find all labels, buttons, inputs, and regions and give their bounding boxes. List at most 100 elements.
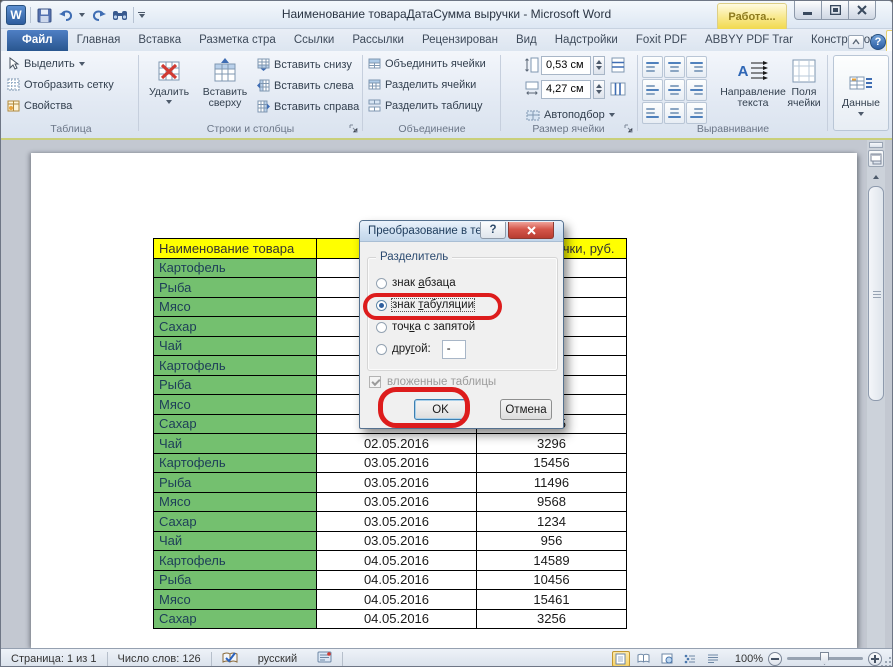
insert-left-button[interactable]: Вставить слева bbox=[254, 75, 362, 96]
tab-abbyy-pdf-trar[interactable]: ABBYY PDF Trar bbox=[696, 30, 802, 51]
table-cell[interactable]: Сахар bbox=[154, 512, 317, 532]
spellcheck-icon[interactable] bbox=[212, 651, 248, 667]
align-top-right-icon[interactable] bbox=[686, 56, 707, 78]
column-width-spinner[interactable] bbox=[593, 80, 605, 99]
column-width-input[interactable] bbox=[541, 80, 591, 99]
table-cell[interactable]: 03.05.2016 bbox=[317, 453, 477, 473]
table-cell[interactable]: 956 bbox=[477, 531, 627, 551]
help-icon[interactable]: ? bbox=[870, 34, 886, 50]
table-cell[interactable]: Мясо bbox=[154, 395, 317, 415]
tab-макет[interactable]: Макет bbox=[886, 30, 893, 51]
table-cell[interactable]: 3256 bbox=[477, 609, 627, 629]
table-cell[interactable]: 3296 bbox=[477, 434, 627, 454]
text-direction-button[interactable]: A Направление текста bbox=[725, 55, 781, 109]
row-height-input[interactable] bbox=[541, 56, 591, 75]
distribute-columns-icon[interactable] bbox=[610, 81, 626, 97]
table-cell[interactable]: 03.05.2016 bbox=[317, 473, 477, 493]
table-cell[interactable]: Рыба bbox=[154, 375, 317, 395]
tab-надстройки[interactable]: Надстройки bbox=[546, 30, 627, 51]
zoom-slider-thumb[interactable] bbox=[820, 652, 829, 665]
collapse-ribbon-icon[interactable] bbox=[848, 35, 864, 49]
customize-qat-icon[interactable] bbox=[138, 12, 145, 18]
table-cell[interactable]: Сахар bbox=[154, 609, 317, 629]
draft-view-icon[interactable] bbox=[704, 651, 722, 667]
align-bottom-left-icon[interactable] bbox=[642, 102, 663, 124]
table-cell[interactable]: Картофель bbox=[154, 258, 317, 278]
table-cell[interactable]: 10456 bbox=[477, 570, 627, 590]
table-cell[interactable]: Картофель bbox=[154, 551, 317, 571]
table-cell[interactable]: 04.05.2016 bbox=[317, 551, 477, 571]
table-cell[interactable]: 15456 bbox=[477, 453, 627, 473]
table-cell[interactable]: Картофель bbox=[154, 453, 317, 473]
radio-icon[interactable] bbox=[376, 322, 387, 333]
insert-below-button[interactable]: Вставить снизу bbox=[254, 54, 362, 75]
table-cell[interactable]: Мясо bbox=[154, 297, 317, 317]
radio-option-другой-[interactable]: другой: bbox=[376, 341, 466, 357]
table-cell[interactable]: Картофель bbox=[154, 356, 317, 376]
split-cells-button[interactable]: Разделить ячейки bbox=[365, 74, 499, 95]
table-cell[interactable]: 11496 bbox=[477, 473, 627, 493]
align-center-left-icon[interactable] bbox=[642, 79, 663, 101]
data-button[interactable]: Данные bbox=[833, 55, 889, 131]
align-top-left-icon[interactable] bbox=[642, 56, 663, 78]
table-cell[interactable]: 04.05.2016 bbox=[317, 590, 477, 610]
insert-right-button[interactable]: Вставить справа bbox=[254, 96, 362, 117]
fullscreen-reading-view-icon[interactable] bbox=[635, 651, 653, 667]
align-center-right-icon[interactable] bbox=[686, 79, 707, 101]
dialog-close-icon[interactable] bbox=[508, 222, 554, 239]
tab-вид[interactable]: Вид bbox=[507, 30, 546, 51]
table-cell[interactable]: Рыба bbox=[154, 278, 317, 298]
table-cell[interactable]: 03.05.2016 bbox=[317, 492, 477, 512]
radio-icon[interactable] bbox=[376, 278, 387, 289]
tab-главная[interactable]: Главная bbox=[68, 30, 130, 51]
cancel-button[interactable]: Отмена bbox=[500, 399, 552, 420]
find-icon[interactable] bbox=[111, 6, 129, 24]
resize-grip[interactable] bbox=[879, 655, 891, 667]
table-cell[interactable]: Чай bbox=[154, 434, 317, 454]
table-cell[interactable]: 1234 bbox=[477, 512, 627, 532]
page-indicator[interactable]: Страница: 1 из 1 bbox=[1, 653, 107, 665]
table-cell[interactable]: 14589 bbox=[477, 551, 627, 571]
zoom-level[interactable]: 100% bbox=[735, 653, 763, 665]
zoom-slider[interactable] bbox=[787, 657, 863, 660]
select-button[interactable]: Выделить bbox=[4, 53, 138, 74]
radio-option-знак-абзаца[interactable]: знак абзаца bbox=[376, 275, 456, 291]
dialog-help-icon[interactable]: ? bbox=[480, 222, 506, 239]
other-separator-input[interactable] bbox=[442, 340, 466, 359]
ruler-toggle-icon[interactable] bbox=[868, 150, 884, 167]
scroll-up-icon[interactable] bbox=[869, 170, 883, 183]
table-cell[interactable]: 9568 bbox=[477, 492, 627, 512]
align-bottom-right-icon[interactable] bbox=[686, 102, 707, 124]
print-layout-view-icon[interactable] bbox=[612, 651, 630, 667]
scrollbar-thumb[interactable] bbox=[868, 186, 884, 401]
table-cell[interactable]: 02.05.2016 bbox=[317, 434, 477, 454]
table-cell[interactable]: Сахар bbox=[154, 414, 317, 434]
radio-icon[interactable] bbox=[376, 344, 387, 355]
distribute-rows-icon[interactable] bbox=[610, 57, 626, 73]
minimize-button[interactable] bbox=[794, 1, 822, 20]
tab-foxit-pdf[interactable]: Foxit PDF bbox=[627, 30, 696, 51]
vertical-scrollbar[interactable] bbox=[867, 140, 885, 648]
close-button[interactable] bbox=[848, 1, 876, 20]
language-indicator[interactable]: русский bbox=[248, 653, 307, 665]
table-cell[interactable]: Мясо bbox=[154, 590, 317, 610]
align-center-center-icon[interactable] bbox=[664, 79, 685, 101]
row-height-spinner[interactable] bbox=[593, 56, 605, 75]
tab-рецензирован[interactable]: Рецензирован bbox=[413, 30, 507, 51]
dialog-launcher-icon[interactable] bbox=[349, 124, 359, 134]
tab-файл[interactable]: Файл bbox=[7, 30, 68, 51]
table-cell[interactable]: 03.05.2016 bbox=[317, 512, 477, 532]
autofit-button[interactable]: Автоподбор bbox=[523, 104, 618, 125]
merge-cells-button[interactable]: Объединить ячейки bbox=[365, 53, 499, 74]
align-bottom-center-icon[interactable] bbox=[664, 102, 685, 124]
redo-icon[interactable] bbox=[89, 6, 107, 24]
table-cell[interactable]: Рыба bbox=[154, 570, 317, 590]
split-window-handle[interactable] bbox=[869, 142, 883, 148]
undo-icon[interactable] bbox=[57, 6, 75, 24]
table-cell[interactable]: 04.05.2016 bbox=[317, 609, 477, 629]
word-count[interactable]: Число слов: 126 bbox=[108, 653, 211, 665]
macro-icon[interactable] bbox=[307, 651, 342, 666]
table-cell[interactable]: 04.05.2016 bbox=[317, 570, 477, 590]
table-cell[interactable]: 03.05.2016 bbox=[317, 531, 477, 551]
delete-button[interactable]: Удалить bbox=[143, 55, 195, 104]
